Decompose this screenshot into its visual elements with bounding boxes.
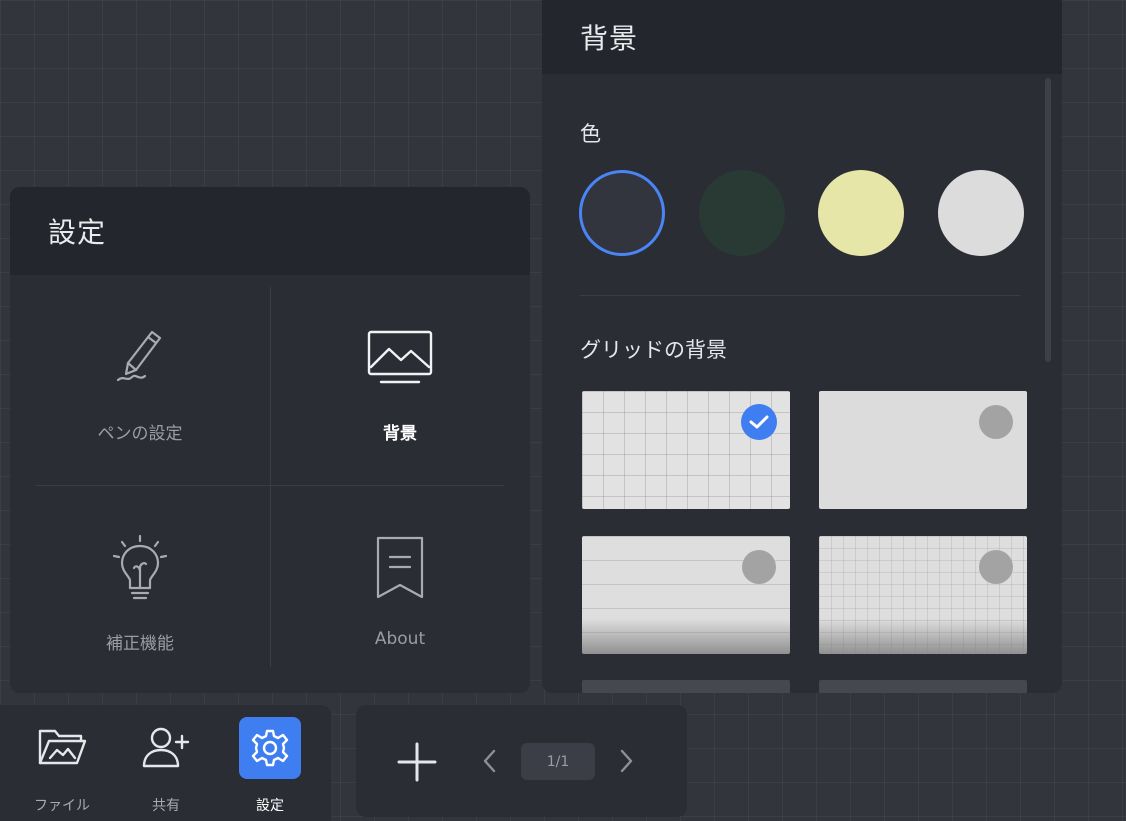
chevron-right-icon [620,749,633,773]
bookmark-icon [372,533,428,603]
settings-panel: 設定 ペンの設定 背景 補正機能 About [10,187,530,693]
about-tile[interactable]: About [270,495,530,693]
settings-button[interactable]: 設定 [236,717,304,817]
landscape-icon [367,323,433,393]
gear-icon [239,717,301,779]
chevron-left-icon [483,749,496,773]
pen-settings-label: ペンの設定 [97,424,183,444]
file-label: ファイル [34,798,90,814]
grid-option-square[interactable] [582,391,790,509]
color-swatch-dark-green[interactable] [699,170,785,256]
pen-icon [108,323,172,393]
color-swatch-dark-gray[interactable] [579,170,665,256]
grid-option-fine-grid[interactable] [819,536,1027,654]
color-swatch-yellow[interactable] [818,170,904,256]
grid-option-partial[interactable] [582,680,790,693]
about-label: About [374,629,426,649]
scrollbar[interactable] [1045,78,1051,362]
radio-unselected-icon [979,405,1013,439]
grid-option-ruled[interactable] [582,536,790,654]
color-section-title: 色 [580,122,601,146]
radio-unselected-icon [742,550,776,584]
grid-section-title: グリッドの背景 [580,338,727,362]
background-title: 背景 [542,0,1062,74]
lightbulb-icon [108,533,172,603]
color-swatch-light-gray[interactable] [938,170,1024,256]
previous-page-button[interactable] [478,747,502,775]
check-icon [741,404,777,440]
section-divider [580,295,1020,296]
next-page-button[interactable] [614,747,638,775]
bottom-toolbar-right: 1/1 [356,705,687,817]
page-indicator: 1/1 [521,743,595,780]
grid-option-plain[interactable] [819,391,1027,509]
background-tile[interactable]: 背景 [270,285,530,485]
add-page-button[interactable] [394,739,440,785]
plus-icon [397,742,437,782]
file-button[interactable]: ファイル [28,717,96,817]
background-panel: 背景 色 グリッドの背景 [542,0,1062,693]
assist-tile[interactable]: 補正機能 [10,495,270,693]
assist-label: 補正機能 [106,634,174,654]
pen-settings-tile[interactable]: ペンの設定 [10,285,270,485]
settings-title: 設定 [10,187,530,275]
settings-grid: ペンの設定 背景 補正機能 About [10,275,530,693]
background-label: 背景 [383,424,417,444]
share-label: 共有 [152,798,180,814]
grid-option-partial[interactable] [819,680,1027,693]
share-button[interactable]: 共有 [132,717,200,817]
add-user-icon [135,717,197,779]
bottom-toolbar-left: ファイル 共有 設定 [0,705,331,821]
settings-label: 設定 [256,798,284,814]
grid-divider-horizontal [36,485,504,486]
folder-icon [31,717,93,779]
radio-unselected-icon [979,550,1013,584]
